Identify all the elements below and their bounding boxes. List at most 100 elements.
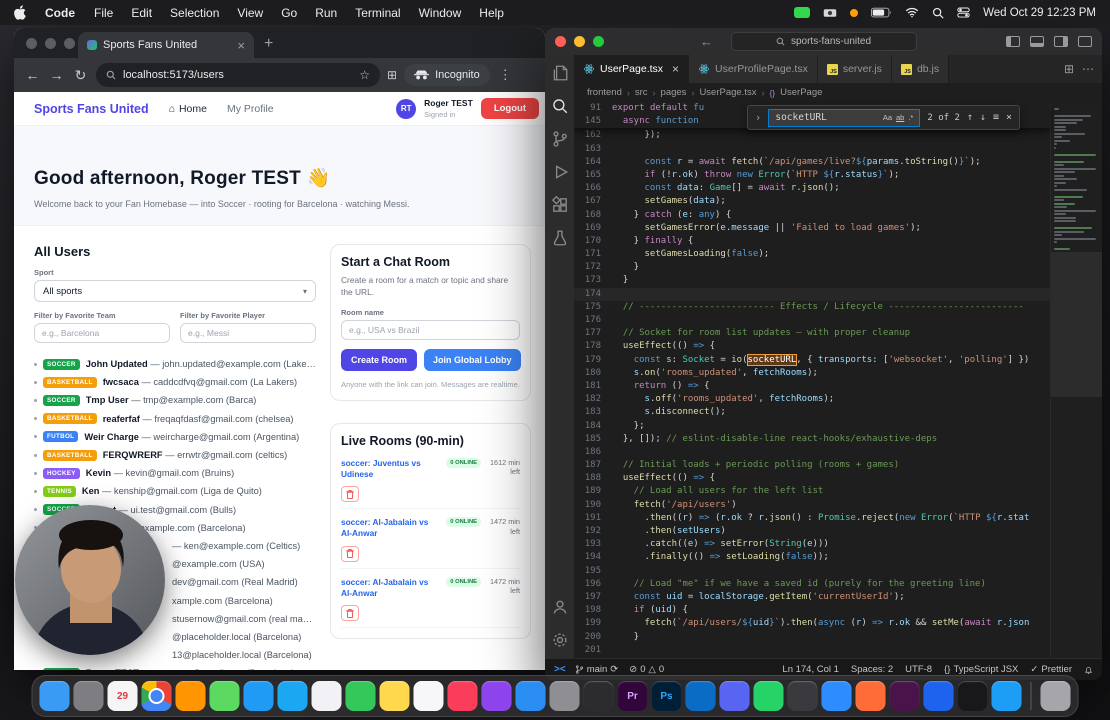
forward-icon[interactable]: → (48, 67, 65, 83)
room-name-input[interactable] (341, 319, 520, 340)
dock-discord-icon[interactable] (719, 681, 750, 711)
dock-whatsapp-icon[interactable] (753, 681, 784, 711)
reload-icon[interactable]: ↻ (72, 67, 89, 84)
dock-figma-icon[interactable] (957, 681, 988, 711)
dock-terminal-icon[interactable] (583, 681, 614, 711)
account-icon[interactable] (551, 598, 569, 616)
minimize-window-button[interactable] (45, 38, 56, 49)
camera-icon[interactable] (823, 8, 837, 18)
dock-podcasts-icon[interactable] (481, 681, 512, 711)
dock-facetime-icon[interactable] (345, 681, 376, 711)
logout-button[interactable]: Logout (480, 98, 539, 119)
dock-launchpad-icon[interactable] (73, 681, 104, 711)
find-next-icon[interactable]: ↓ (980, 112, 986, 123)
dock-photoshop-icon[interactable]: Ps (651, 681, 682, 711)
language-mode-item[interactable]: {} TypeScript JSX (944, 664, 1018, 675)
git-branch-item[interactable]: main ⟳ (575, 664, 618, 675)
sport-select[interactable]: All sports ▾ (34, 280, 316, 302)
room-link[interactable]: soccer: Al-Jabalain vs Al-Anwar (341, 517, 441, 539)
find-previous-icon[interactable]: ↑ (967, 112, 973, 123)
join-global-lobby-button[interactable]: Join Global Lobby (424, 348, 521, 371)
dock-system-settings-icon[interactable] (549, 681, 580, 711)
dock-docker-icon[interactable] (923, 681, 954, 711)
vscode-window-controls[interactable] (555, 36, 604, 47)
remote-indicator[interactable]: >< (545, 664, 575, 675)
editor-tab-db.js[interactable]: JS db.js (891, 55, 950, 83)
breadcrumb-item[interactable]: UserPage.tsx (699, 87, 756, 98)
match-case-icon[interactable]: Aa (883, 113, 892, 122)
explorer-icon[interactable] (551, 64, 569, 82)
spotlight-search-icon[interactable] (932, 7, 944, 19)
app-menu[interactable]: Code (39, 6, 81, 20)
regex-icon[interactable]: .* (908, 113, 913, 122)
breadcrumb-item[interactable]: pages (661, 87, 687, 98)
close-window-button[interactable] (26, 38, 37, 49)
search-icon[interactable] (551, 97, 569, 115)
room-link[interactable]: soccer: Al-Jabalain vs Al-Anwar (341, 577, 441, 599)
dock-zoom-icon[interactable] (821, 681, 852, 711)
dock-chrome-icon[interactable] (141, 681, 172, 711)
dock-calendar-icon[interactable]: 29 (107, 681, 138, 711)
code-editor[interactable]: 91 export default fu 145 async function 16… (574, 102, 1102, 658)
find-expand-icon[interactable]: › (755, 111, 762, 124)
menu-help[interactable]: Help (470, 6, 513, 20)
delete-room-button[interactable] (341, 486, 359, 503)
player-filter-input[interactable] (180, 323, 316, 343)
apple-menu-icon[interactable] (14, 5, 27, 20)
source-control-icon[interactable] (551, 130, 569, 148)
dock-trash-icon[interactable] (1040, 681, 1071, 711)
cursor-position-item[interactable]: Ln 174, Col 1 (782, 664, 839, 675)
back-icon[interactable]: ← (24, 67, 41, 83)
testing-icon[interactable] (551, 229, 569, 247)
dock-postman-icon[interactable] (855, 681, 886, 711)
breadcrumb-item[interactable]: UserPage (780, 87, 822, 98)
room-link[interactable]: soccer: Juventus vs Udinese (341, 458, 441, 480)
wifi-icon[interactable] (905, 7, 919, 18)
dock-music-icon[interactable] (447, 681, 478, 711)
dock-messages-icon[interactable] (209, 681, 240, 711)
screen-record-icon[interactable] (794, 7, 811, 18)
breadcrumb-item[interactable]: src (635, 87, 648, 98)
editor-back-icon[interactable]: ← (700, 34, 713, 49)
customize-layout-icon[interactable] (1078, 36, 1092, 47)
menu-edit[interactable]: Edit (122, 6, 161, 20)
breadcrumb-item[interactable]: frontend (587, 87, 622, 98)
menu-selection[interactable]: Selection (161, 6, 228, 20)
run-debug-icon[interactable] (551, 163, 569, 181)
site-brand[interactable]: Sports Fans United (34, 102, 149, 116)
dock-keynote-icon[interactable] (991, 681, 1022, 711)
dock-photos-icon[interactable] (311, 681, 342, 711)
bookmark-star-icon[interactable]: ☆ (359, 68, 370, 82)
editor-tab-UserProfilePage.tsx[interactable]: UserProfilePage.tsx (689, 55, 818, 83)
find-input[interactable]: socketURL Aa ab .* (768, 108, 921, 127)
extensions-icon[interactable] (551, 195, 569, 214)
dock-notes-icon[interactable] (379, 681, 410, 711)
more-actions-icon[interactable]: ⋯ (1082, 62, 1094, 76)
settings-gear-icon[interactable] (551, 631, 569, 649)
dock-finder-icon[interactable] (39, 681, 70, 711)
create-room-button[interactable]: Create Room (341, 348, 418, 371)
notifications-bell-icon[interactable] (1084, 665, 1093, 675)
battery-icon[interactable] (871, 7, 892, 18)
nav-home-link[interactable]: ⌂ Home (169, 103, 207, 115)
toggle-sidebar-icon[interactable] (1006, 36, 1020, 47)
command-center[interactable]: sports-fans-united (730, 32, 917, 51)
encoding-item[interactable]: UTF-8 (905, 664, 932, 675)
find-close-icon[interactable]: × (1006, 112, 1012, 123)
menu-run[interactable]: Run (306, 6, 346, 20)
browser-tab[interactable]: Sports Fans United × (78, 32, 254, 58)
mic-indicator-icon[interactable] (850, 8, 859, 17)
editor-tab-UserPage.tsx[interactable]: UserPage.tsx × (574, 55, 690, 83)
dock-mail-icon[interactable] (243, 681, 274, 711)
dock-obs-icon[interactable] (787, 681, 818, 711)
new-tab-button[interactable]: + (264, 35, 273, 53)
zoom-window-button[interactable] (64, 38, 75, 49)
close-window-button[interactable] (555, 36, 566, 47)
site-info-icon[interactable] (106, 70, 116, 80)
menu-window[interactable]: Window (410, 6, 471, 20)
dock-reminders-icon[interactable] (413, 681, 444, 711)
tab-close-icon[interactable]: × (672, 62, 679, 76)
sync-icon[interactable]: ⟳ (610, 664, 618, 675)
browser-window-controls[interactable] (26, 38, 75, 49)
menu-terminal[interactable]: Terminal (346, 6, 409, 20)
